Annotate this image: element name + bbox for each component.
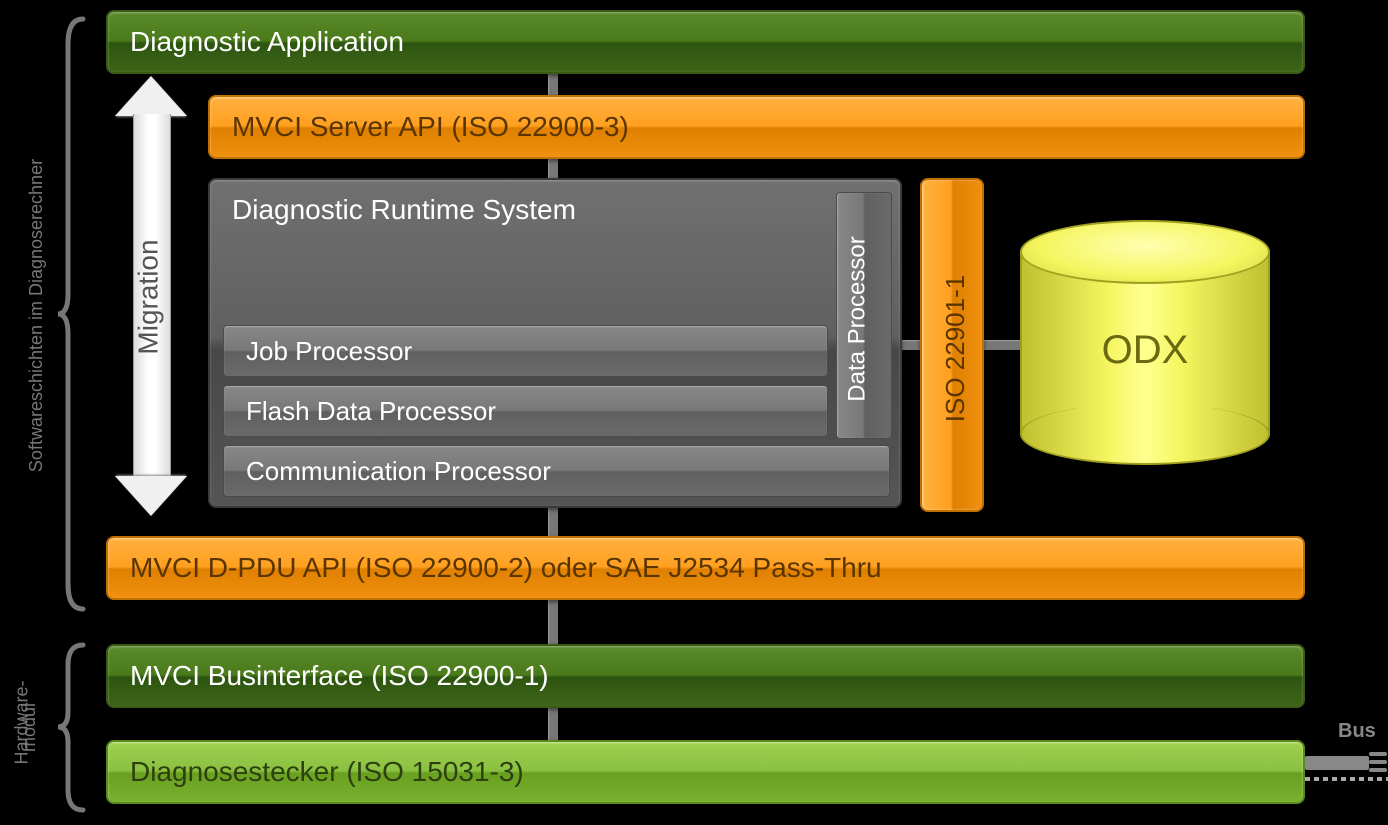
text-mvci-dpdu: MVCI D-PDU API (ISO 22900-2) oder SAE J2… [130,552,882,584]
text-stecker: Diagnosestecker (ISO 15031-3) [130,756,524,788]
bus-connector-pin [1369,768,1387,772]
text-flash-proc: Flash Data Processor [246,396,496,427]
text-mvci-server: MVCI Server API (ISO 22900-3) [232,111,629,143]
migration-arrow: Migration [115,76,187,516]
connector [548,598,558,648]
label-hardware-group-2: modul [19,703,40,752]
label-software-group: Softwareschichten im Diagnoserechner [26,159,47,472]
brace-hardware [53,640,93,815]
layer-job-processor: Job Processor [223,325,828,377]
layer-diagnosestecker: Diagnosestecker (ISO 15031-3) [106,740,1305,804]
layer-flash-data-processor: Flash Data Processor [223,385,828,437]
text-iso22901: ISO 22901-1 [940,275,971,422]
text-businterface: MVCI Businterface (ISO 22900-1) [130,660,549,692]
brace-software [53,14,93,614]
text-job-proc: Job Processor [246,336,412,367]
text-app: Diagnostic Application [130,26,404,58]
text-comm-proc: Communication Processor [246,456,551,487]
layer-iso-22901-1: ISO 22901-1 [920,178,984,512]
layer-data-processor: Data Processor [836,192,892,439]
layer-mvci-server-api: MVCI Server API (ISO 22900-3) [208,95,1305,159]
bus-connector [1305,756,1369,770]
text-runtime: Diagnostic Runtime System [232,194,576,226]
odx-database: ODX [1020,220,1270,465]
connector [548,705,558,745]
bus-dashes [1305,776,1388,782]
label-bus: Bus [1338,720,1376,743]
bus-connector-pin [1369,760,1387,764]
bus-connector-pin [1369,752,1387,756]
layer-mvci-dpdu-api: MVCI D-PDU API (ISO 22900-2) oder SAE J2… [106,536,1305,600]
text-odx: ODX [1020,328,1270,373]
text-data-proc: Data Processor [844,236,872,401]
layer-mvci-businterface: MVCI Businterface (ISO 22900-1) [106,644,1305,708]
layer-communication-processor: Communication Processor [223,445,890,497]
label-migration: Migration [133,239,165,354]
layer-diagnostic-application: Diagnostic Application [106,10,1305,74]
